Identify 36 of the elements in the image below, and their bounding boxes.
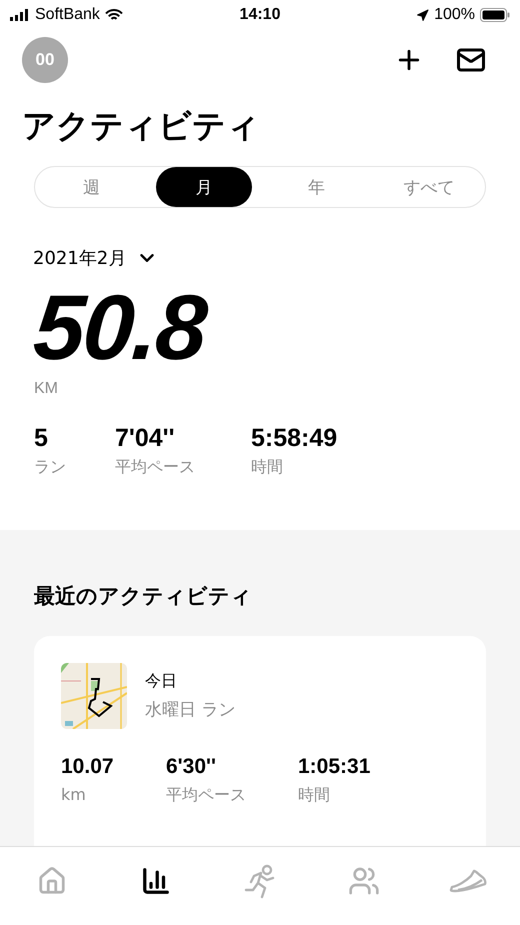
stat-label: 時間	[251, 457, 284, 478]
activity-title: 水曜日 ラン	[145, 699, 236, 721]
stat-label: 平均ペース	[166, 785, 247, 806]
stat-value: 7'04''	[115, 424, 176, 453]
home-icon	[37, 866, 67, 896]
stat-value: 1:05:31	[298, 755, 372, 779]
tab-bar-item[interactable]	[141, 866, 171, 896]
activity-card[interactable]: 今日 水曜日 ラン 10.07 km 6'30'' 平均ペース 1:05:31 時間	[34, 636, 486, 846]
carrier-name: SoftBank	[35, 6, 100, 24]
period-tab[interactable]: すべて	[372, 167, 485, 207]
distance-unit: KM	[34, 380, 58, 398]
stat-value: 5	[34, 424, 49, 453]
stat-label: 時間	[298, 785, 331, 806]
period-tab[interactable]: 週	[35, 167, 148, 207]
period-tab[interactable]: 年	[260, 167, 372, 207]
stat-value: 10.07	[61, 755, 115, 779]
battery-icon	[480, 8, 510, 22]
period-tab[interactable]: 月	[156, 167, 252, 207]
total-distance: 50.8	[30, 280, 208, 376]
section-heading: 最近のアクティビティ	[34, 583, 253, 610]
wifi-icon	[104, 8, 123, 22]
stat-label: ラン	[34, 457, 67, 478]
location-arrow-icon	[416, 8, 430, 22]
bar-chart-icon	[141, 866, 171, 896]
stat-value: 6'30''	[166, 755, 218, 779]
people-icon	[348, 865, 380, 897]
clock-time: 14:10	[240, 6, 280, 24]
period-dropdown[interactable]: 2021年2月	[33, 246, 158, 270]
activity-date: 今日	[145, 671, 178, 692]
stat-value: 5:58:49	[251, 424, 338, 453]
page-title: アクティビティ	[22, 105, 261, 147]
signal-icon	[10, 9, 30, 21]
stat-label: km	[61, 785, 87, 804]
avatar[interactable]: 00	[22, 37, 68, 83]
battery-percent: 100%	[434, 6, 476, 24]
stat-label: 平均ペース	[115, 457, 196, 478]
